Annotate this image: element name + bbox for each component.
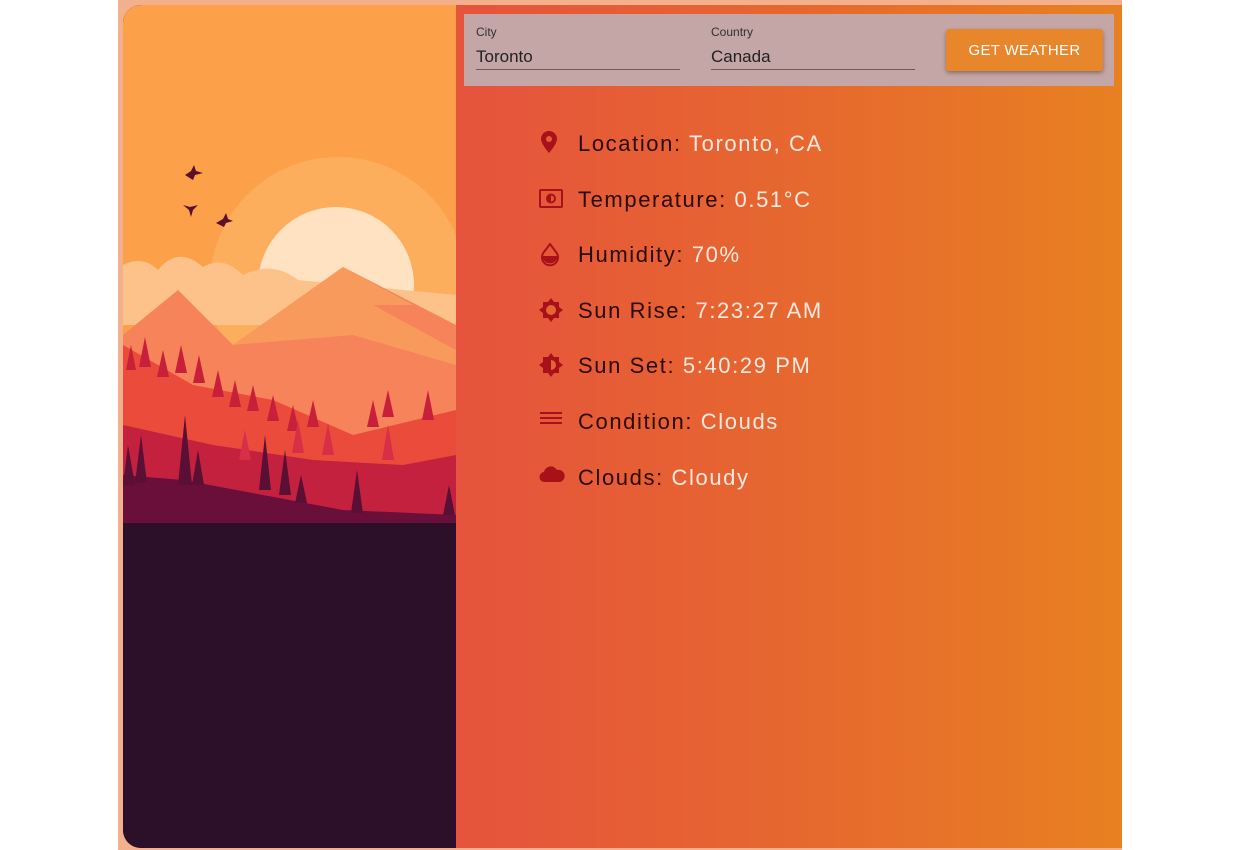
sunset-row: Sun Set: 5:40:29 PM [536, 352, 823, 408]
ground [123, 523, 456, 848]
condition-label: Condition: [578, 408, 694, 434]
humidity-row: Humidity: 70% [536, 241, 823, 297]
temperature-label: Temperature: [578, 186, 727, 212]
weather-search-form: City Country GET WEATHER [464, 14, 1114, 86]
temperature-row: Temperature: 0.51°C [536, 186, 823, 242]
clouds-value: Cloudy [671, 464, 750, 490]
clouds-text: Clouds: Cloudy [578, 464, 750, 492]
weather-panel: City Country GET WEATHER Location: [456, 5, 1122, 848]
cloud-icon [536, 464, 578, 492]
country-field: Country [711, 24, 915, 70]
condition-text: Condition: Clouds [578, 408, 779, 436]
weather-info-list: Location: Toronto, CA Temperature: 0.51°… [536, 130, 823, 519]
thermometer-icon [536, 186, 578, 214]
temperature-value: 0.51°C [734, 186, 812, 212]
humidity-value: 70% [691, 242, 741, 268]
sunrise-value: 7:23:27 AM [695, 297, 823, 323]
humidity-text: Humidity: 70% [578, 241, 741, 269]
location-text: Location: Toronto, CA [578, 130, 823, 158]
sunrise-text: Sun Rise: 7:23:27 AM [578, 297, 823, 325]
country-label: Country [711, 25, 754, 39]
map-pin-icon [536, 130, 578, 158]
clouds-label: Clouds: [578, 464, 664, 490]
condition-row: Condition: Clouds [536, 408, 823, 464]
city-label: City [476, 25, 497, 39]
landscape-illustration [123, 5, 456, 848]
humidity-label: Humidity: [578, 242, 685, 268]
sunset-label: Sun Set: [578, 353, 676, 379]
water-drop-icon [536, 241, 578, 269]
location-label: Location: [578, 131, 682, 156]
half-sun-icon [536, 352, 578, 380]
country-input[interactable] [711, 44, 915, 70]
condition-value: Clouds [700, 408, 779, 434]
location-row: Location: Toronto, CA [536, 130, 823, 186]
weather-card: City Country GET WEATHER Location: [123, 5, 1122, 848]
sun-icon [536, 297, 578, 325]
sunrise-row: Sun Rise: 7:23:27 AM [536, 297, 823, 353]
sunset-text: Sun Set: 5:40:29 PM [578, 352, 811, 380]
sunset-value: 5:40:29 PM [682, 353, 812, 379]
sunrise-label: Sun Rise: [578, 297, 688, 323]
clouds-row: Clouds: Cloudy [536, 464, 823, 520]
location-value: Toronto, CA [689, 131, 823, 156]
get-weather-button[interactable]: GET WEATHER [946, 29, 1103, 71]
temperature-text: Temperature: 0.51°C [578, 186, 812, 214]
city-field: City [476, 24, 680, 70]
lines-icon [536, 408, 578, 436]
city-input[interactable] [476, 44, 680, 70]
